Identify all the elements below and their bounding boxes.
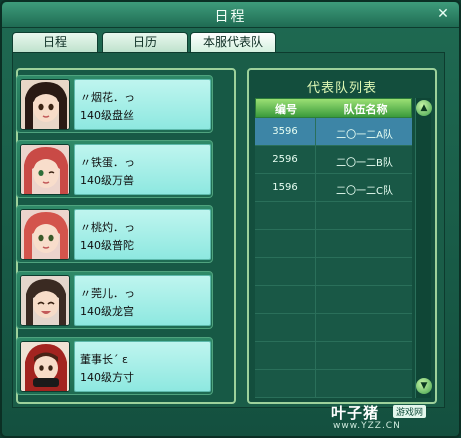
team-list-title: 代表队列表: [306, 81, 377, 96]
title-bar[interactable]: 日程 ✕: [2, 2, 459, 28]
member-info: 董事长ˊ ε 140级方寸: [74, 341, 211, 392]
avatar: [20, 341, 70, 392]
member-name: 〃莞儿．っ: [80, 287, 135, 300]
member-info: 〃莞儿．っ 140级龙宫: [74, 275, 211, 326]
team-id: 3596: [272, 126, 298, 137]
team-name: 二〇一二B队: [336, 158, 393, 169]
table-row[interactable]: [255, 258, 412, 286]
column-header-id: 编号: [275, 103, 297, 116]
tab-schedule[interactable]: 日程: [12, 32, 98, 52]
watermark-main: 叶子猪: [331, 404, 380, 422]
tab-calendar[interactable]: 日历: [102, 32, 188, 52]
member-info: 〃铁蛋．っ 140级万兽: [74, 144, 211, 195]
avatar: [20, 79, 70, 130]
member-name: 〃桃灼．っ: [80, 221, 135, 234]
scroll-down-icon[interactable]: ▼: [416, 378, 432, 394]
member-card[interactable]: 〃烟花．っ 140级盘丝: [16, 75, 213, 133]
scroll-up-icon[interactable]: ▲: [416, 100, 432, 116]
team-id: 2596: [272, 154, 298, 165]
table-row[interactable]: [255, 230, 412, 258]
column-divider: [315, 118, 316, 398]
member-name: 〃铁蛋．っ: [80, 156, 135, 169]
member-card[interactable]: 〃莞儿．っ 140级龙宫: [16, 271, 213, 329]
tab-server-team[interactable]: 本服代表队: [190, 32, 276, 52]
table-row[interactable]: [255, 286, 412, 314]
table-row[interactable]: 3596 二〇一二A队: [255, 118, 412, 146]
table-row[interactable]: 1596 二〇一二C队: [255, 174, 412, 202]
member-level: 140级普陀: [80, 239, 134, 252]
member-level: 140级龙宫: [80, 305, 134, 318]
table-header: 编号 队伍名称: [255, 98, 412, 118]
member-name: 〃烟花．っ: [80, 91, 135, 104]
avatar: [20, 144, 70, 195]
member-info: 〃烟花．っ 140级盘丝: [74, 79, 211, 130]
column-header-team-name: 队伍名称: [343, 103, 388, 116]
table-row[interactable]: 2596 二〇一二B队: [255, 146, 412, 174]
avatar: [20, 209, 70, 260]
team-table-body: 3596 二〇一二A队 2596 二〇一二B队 1596 二〇一二C队: [255, 118, 412, 398]
watermark-box: 游戏网: [393, 405, 427, 418]
member-card[interactable]: 〃铁蛋．っ 140级万兽: [16, 140, 213, 198]
watermark-url: www.YZZ.CN: [333, 421, 401, 431]
scrollbar[interactable]: ▲ ▼: [415, 98, 432, 398]
member-card[interactable]: 董事长ˊ ε 140级方寸: [16, 337, 213, 395]
member-level: 140级方寸: [80, 371, 134, 384]
team-name: 二〇一二C队: [336, 186, 393, 197]
member-level: 140级盘丝: [80, 109, 134, 122]
member-info: 〃桃灼．っ 140级普陀: [74, 209, 211, 260]
team-list-panel: 代表队列表 编号 队伍名称 3596 二〇一二A队 2596 二〇一二B队 15…: [247, 68, 437, 404]
watermark-logo: 叶子猪 游戏网 www.YZZ.CN: [331, 402, 455, 434]
table-row[interactable]: [255, 342, 412, 370]
avatar: [20, 275, 70, 326]
member-name: 董事长ˊ ε: [80, 353, 128, 366]
team-id: 1596: [272, 182, 298, 193]
table-row[interactable]: [255, 314, 412, 342]
table-row[interactable]: [255, 370, 412, 398]
member-level: 140级万兽: [80, 174, 134, 187]
close-icon[interactable]: ✕: [435, 6, 451, 22]
table-row[interactable]: [255, 202, 412, 230]
window-title: 日程: [214, 9, 247, 25]
member-card[interactable]: 〃桃灼．っ 140级普陀: [16, 205, 213, 263]
team-name: 二〇一二A队: [336, 130, 393, 141]
